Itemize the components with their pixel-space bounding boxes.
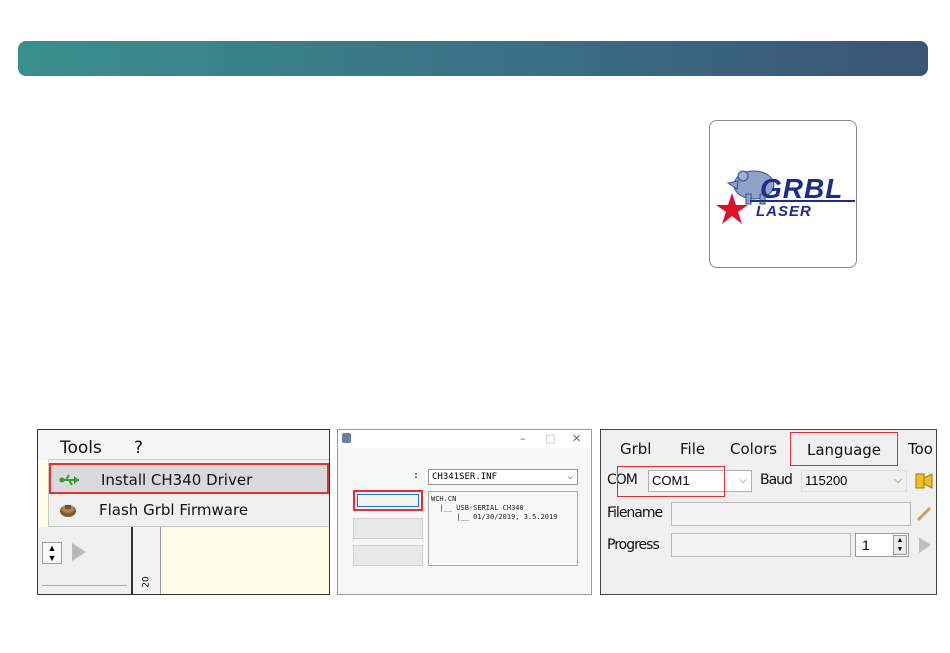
menu-colors[interactable]: Colors bbox=[730, 440, 777, 458]
tools-dropdown: Install CH340 Driver Flash Grbl Firmware bbox=[48, 459, 329, 527]
info-line: |__ 01/30/2019, 3.5.2019 bbox=[431, 513, 558, 521]
menu-item-flash-grbl-firmware[interactable]: Flash Grbl Firmware bbox=[49, 495, 329, 526]
minimize-button[interactable]: – bbox=[520, 432, 526, 445]
logo-text-grbl: GRBL bbox=[760, 173, 844, 204]
menu-help[interactable]: ? bbox=[134, 438, 143, 458]
driver-info-box: WCH.CN |__ USB-SERIAL CH340 |__ 01/30/20… bbox=[428, 491, 578, 566]
com-highlight-box bbox=[617, 466, 725, 497]
window-title-bar: – □ ✕ bbox=[338, 430, 591, 448]
inf-file-select[interactable]: CH341SER.INF ⌵ bbox=[428, 469, 578, 485]
passes-stepper[interactable]: 1 ▲ ▼ bbox=[855, 533, 909, 557]
slide-title-bar bbox=[18, 41, 928, 76]
uninstall-button[interactable] bbox=[353, 518, 423, 539]
divider bbox=[42, 585, 127, 586]
select-label: : bbox=[413, 470, 420, 481]
play-icon[interactable] bbox=[919, 537, 931, 553]
chevron-down-icon: ⌵ bbox=[739, 475, 747, 486]
close-button[interactable]: ✕ bbox=[572, 432, 581, 445]
baud-rate-value: 115200 bbox=[805, 473, 848, 488]
help-button[interactable] bbox=[353, 545, 423, 566]
menu-tools[interactable]: Too bbox=[908, 440, 933, 458]
app-icon bbox=[342, 433, 351, 443]
inf-file-value: CH341SER.INF bbox=[432, 472, 498, 482]
menu-item-label: Flash Grbl Firmware bbox=[99, 501, 249, 519]
baud-rate-select[interactable]: 115200 ⌵ bbox=[801, 470, 907, 492]
tools-menu-screenshot: Tools ? Install CH340 Driver Flash Grbl … bbox=[37, 429, 330, 595]
progress-label: Progress bbox=[607, 537, 660, 553]
ruler-label: 20 bbox=[141, 576, 152, 588]
left-panel: ▲ ▼ bbox=[38, 527, 131, 594]
menu-item-install-ch340-driver[interactable]: Install CH340 Driver bbox=[49, 463, 329, 494]
menu-grbl[interactable]: Grbl bbox=[620, 440, 651, 458]
menu-language[interactable]: Language bbox=[790, 432, 899, 466]
grbl-laser-logo: GRBL LASER bbox=[709, 120, 857, 268]
play-icon[interactable] bbox=[72, 543, 86, 561]
chevron-down-icon: ⌵ bbox=[567, 472, 573, 482]
filename-field[interactable] bbox=[671, 502, 911, 526]
ruler: 20 bbox=[131, 527, 161, 594]
open-file-icon[interactable] bbox=[915, 506, 933, 522]
driver-setup-screenshot: – □ ✕ : CH341SER.INF ⌵ WCH.CN |__ USB-SE… bbox=[337, 429, 592, 595]
filename-label: Filename bbox=[607, 505, 663, 521]
info-line: |__ USB-SERIAL CH340 bbox=[431, 504, 524, 512]
spin-buttons[interactable]: ▲ ▼ bbox=[42, 542, 62, 564]
maximize-button[interactable]: □ bbox=[545, 432, 555, 445]
menu-tools[interactable]: Tools bbox=[60, 438, 102, 458]
chevron-down-icon: ⌵ bbox=[894, 475, 902, 486]
lasergrbl-connection-screenshot: Grbl File Colors Language Too COM COM1 ⌵… bbox=[600, 429, 937, 595]
passes-value: 1 bbox=[862, 537, 870, 553]
usb-icon bbox=[59, 474, 79, 486]
progress-bar bbox=[671, 533, 851, 557]
stepper-buttons[interactable]: ▲ ▼ bbox=[893, 535, 907, 555]
menu-item-label: Install CH340 Driver bbox=[101, 471, 253, 489]
install-button[interactable] bbox=[353, 490, 423, 511]
menu-bar: Grbl File Colors Language Too bbox=[601, 430, 936, 466]
chip-icon bbox=[60, 505, 76, 517]
info-line: WCH.CN bbox=[431, 495, 457, 503]
menu-file[interactable]: File bbox=[680, 440, 705, 458]
baud-label: Baud bbox=[760, 472, 793, 488]
connect-icon[interactable] bbox=[912, 472, 934, 492]
menu-bar: Tools ? bbox=[38, 430, 329, 460]
logo-text-laser: LASER bbox=[756, 203, 812, 220]
